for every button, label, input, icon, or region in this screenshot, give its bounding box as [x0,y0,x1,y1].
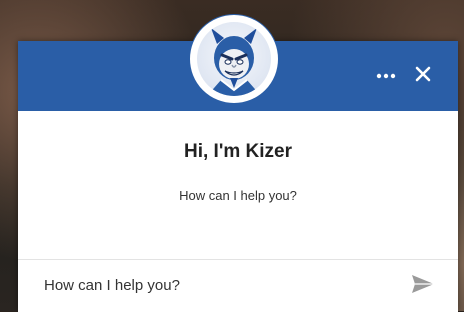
send-icon [411,274,435,299]
blue-devil-mascot-icon [197,22,271,96]
greeting-title: Hi, I'm Kizer [184,141,292,162]
close-button[interactable] [412,65,434,87]
avatar [190,15,278,103]
close-icon [415,66,431,87]
help-prompt: How can I help you? [179,188,297,203]
chat-widget: Hi, I'm Kizer How can I help you? [18,15,458,312]
more-options-button[interactable] [374,65,398,85]
more-horizontal-icon [376,66,396,84]
message-input[interactable] [28,270,420,300]
message-composer [18,259,458,312]
send-button[interactable] [410,274,436,298]
